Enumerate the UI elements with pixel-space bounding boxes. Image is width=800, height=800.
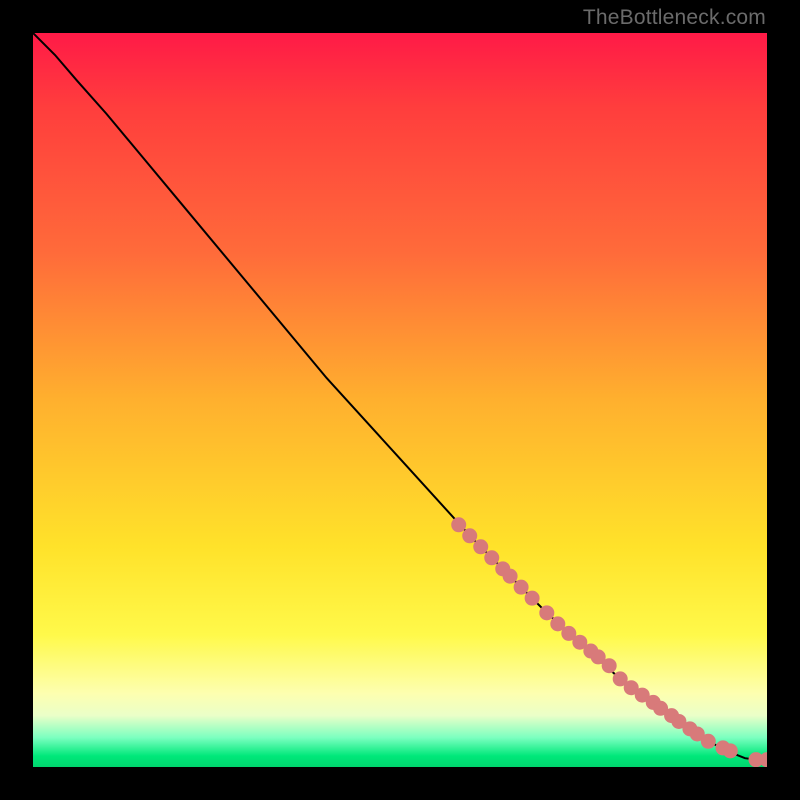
sample-point	[551, 617, 565, 631]
sample-points-group	[452, 518, 767, 767]
sample-point	[503, 569, 517, 583]
plot-area	[33, 33, 767, 767]
chart-overlay	[33, 33, 767, 767]
sample-point	[540, 606, 554, 620]
chart-frame: TheBottleneck.com	[0, 0, 800, 800]
sample-point	[452, 518, 466, 532]
sample-point	[701, 734, 715, 748]
sample-point	[485, 551, 499, 565]
sample-point	[525, 591, 539, 605]
sample-point	[463, 529, 477, 543]
sample-point	[514, 580, 528, 594]
sample-point	[602, 659, 616, 673]
sample-point	[723, 744, 737, 758]
sample-point	[474, 540, 488, 554]
bottleneck-curve	[33, 33, 767, 760]
attribution-label: TheBottleneck.com	[583, 6, 766, 30]
